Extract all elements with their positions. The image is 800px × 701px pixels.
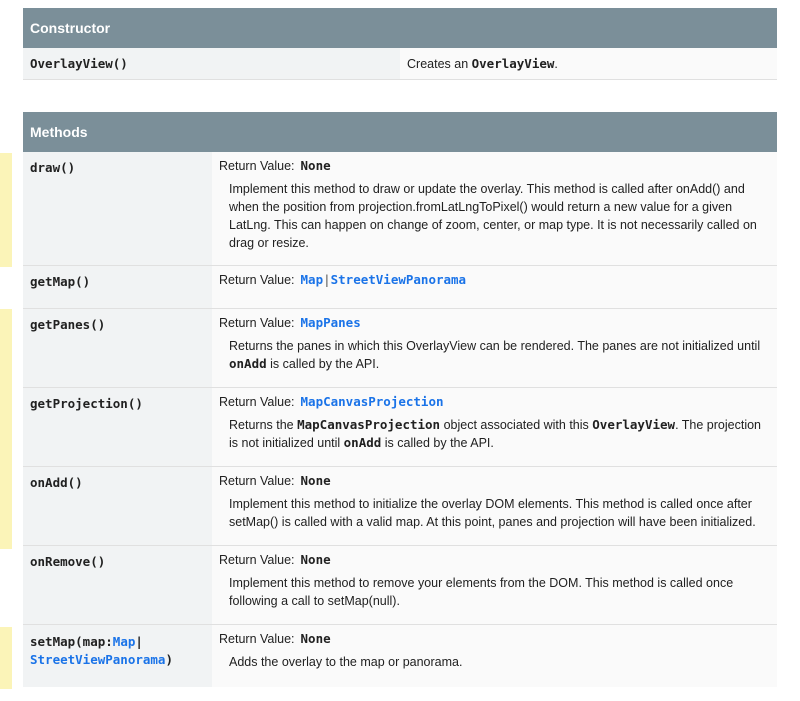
method-row-onremove: onRemove() Return Value: None Implement t…: [23, 546, 777, 625]
param-type-separator: |: [135, 634, 143, 649]
desc-code: MapCanvasProjection: [297, 417, 441, 432]
return-type: None: [300, 552, 331, 567]
method-row-getpanes: getPanes() Return Value: MapPanes Returns…: [23, 309, 777, 388]
return-type-separator: |: [323, 272, 331, 287]
reference-page: Constructor OverlayView() Creates an Ove…: [0, 0, 800, 701]
constructor-desc-code: OverlayView: [471, 56, 555, 71]
return-label: Return Value:: [219, 159, 295, 173]
highlight-marker: [0, 627, 12, 689]
method-body: Return Value: None Implement this method …: [212, 152, 777, 265]
constructor-description: Creates an OverlayView.: [400, 48, 777, 79]
constructor-header: Constructor: [23, 8, 777, 48]
return-type: None: [300, 158, 331, 173]
return-type: None: [300, 631, 331, 646]
highlight-marker: [0, 153, 12, 267]
return-value: Return Value: None: [219, 631, 770, 653]
return-label: Return Value:: [219, 632, 295, 646]
method-name: getPanes(): [23, 309, 212, 387]
desc-text: Returns the: [229, 418, 298, 432]
method-body: Return Value: None Implement this method …: [212, 467, 777, 545]
return-type-link-map[interactable]: Map: [301, 272, 324, 287]
method-name: setMap(map:Map| StreetViewPanorama): [23, 625, 212, 687]
return-label: Return Value:: [219, 395, 295, 409]
return-value: Return Value: None: [219, 552, 770, 574]
method-row-getmap: getMap() Return Value: Map|StreetViewPano…: [23, 266, 777, 309]
method-description: Implement this method to draw or update …: [229, 182, 757, 250]
return-type-link[interactable]: MapCanvasProjection: [301, 394, 444, 409]
return-value: Return Value: MapPanes: [219, 315, 770, 337]
method-name: draw(): [23, 152, 212, 265]
desc-code: onAdd: [229, 356, 267, 371]
return-label: Return Value:: [219, 474, 295, 488]
method-name-text: ): [165, 652, 173, 667]
return-value: Return Value: None: [219, 158, 770, 180]
return-value: Return Value: MapCanvasProjection: [219, 394, 770, 416]
return-value: Return Value: Map|StreetViewPanorama: [219, 272, 770, 294]
method-body: Return Value: MapCanvasProjection Returns…: [212, 388, 777, 466]
return-label: Return Value:: [219, 273, 295, 287]
method-description: Returns the panes in which this OverlayV…: [219, 337, 770, 373]
method-body: Return Value: None Implement this method …: [212, 546, 777, 624]
method-name: getProjection(): [23, 388, 212, 466]
constructor-table: Constructor OverlayView() Creates an Ove…: [23, 8, 777, 80]
method-description: Implement this method to remove your ele…: [229, 576, 734, 608]
method-body: Return Value: Map|StreetViewPanorama: [212, 266, 777, 308]
method-name-text: setMap(map:: [30, 634, 113, 649]
method-description: Implement this method to initialize the …: [229, 497, 756, 529]
desc-code: OverlayView: [592, 417, 676, 432]
method-name: getMap(): [23, 266, 212, 308]
desc-text: is called by the API.: [381, 436, 494, 450]
desc-text: object associated with this: [440, 418, 593, 432]
method-row-onadd: onAdd() Return Value: None Implement this…: [23, 467, 777, 546]
constructor-row: OverlayView() Creates an OverlayView.: [23, 48, 777, 80]
methods-header: Methods: [23, 112, 777, 152]
method-description: Adds the overlay to the map or panorama.: [229, 655, 463, 669]
method-row-setmap: setMap(map:Map| StreetViewPanorama) Retur…: [23, 625, 777, 687]
methods-table: Methods draw() Return Value: None Impleme…: [23, 112, 777, 687]
constructor-name: OverlayView(): [23, 48, 400, 79]
return-type-link[interactable]: MapPanes: [301, 315, 361, 330]
method-name: onRemove(): [23, 546, 212, 624]
method-description: Returns the MapCanvasProjection object a…: [219, 416, 770, 452]
return-type-link-streetview[interactable]: StreetViewPanorama: [331, 272, 466, 287]
method-row-draw: draw() Return Value: None Implement this …: [23, 152, 777, 266]
method-name: onAdd(): [23, 467, 212, 545]
constructor-desc-end: .: [554, 57, 558, 71]
highlight-marker: [0, 309, 12, 549]
return-label: Return Value:: [219, 316, 295, 330]
method-row-getprojection: getProjection() Return Value: MapCanvasPr…: [23, 388, 777, 467]
desc-text: is called by the API.: [266, 357, 380, 371]
param-type-link-map[interactable]: Map: [113, 634, 136, 649]
param-type-link-streetview[interactable]: StreetViewPanorama: [30, 652, 165, 667]
return-type: None: [300, 473, 331, 488]
desc-code: onAdd: [343, 435, 382, 450]
return-label: Return Value:: [219, 553, 295, 567]
method-body: Return Value: MapPanes Returns the panes …: [212, 309, 777, 387]
constructor-desc-text: Creates an: [407, 57, 472, 71]
method-body: Return Value: None Adds the overlay to th…: [212, 625, 777, 687]
return-value: Return Value: None: [219, 473, 770, 495]
desc-text: Returns the panes in which this OverlayV…: [229, 339, 761, 353]
